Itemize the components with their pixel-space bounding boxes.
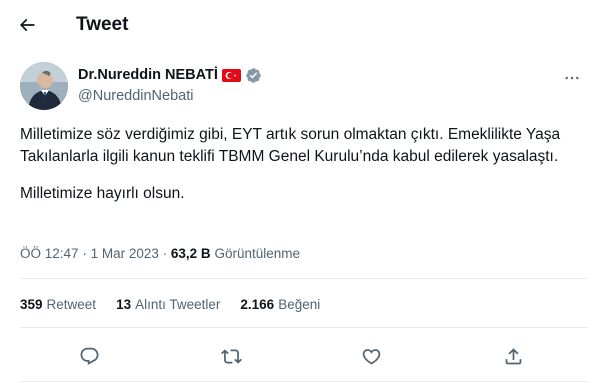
divider: [20, 327, 588, 328]
tweet-text: Milletimize söz verdiğimiz gibi, EYT art…: [20, 124, 590, 205]
back-button[interactable]: [10, 8, 44, 42]
arrow-left-icon: [19, 18, 35, 32]
avatar[interactable]: [20, 62, 68, 110]
page-title: Tweet: [76, 14, 129, 35]
quotes-count: 13: [116, 297, 132, 312]
share-icon: [505, 347, 521, 364]
quotes-label: Alıntı Tweetler: [135, 297, 221, 312]
tweet-stats: 359 Retweet 13 Alıntı Tweetler 2.166 Beğeni: [20, 296, 320, 314]
tweet-time[interactable]: ÖÖ 12:47: [20, 246, 79, 261]
tweet-paragraph: Milletimize söz verdiğimiz gibi, EYT art…: [20, 126, 561, 165]
tweet-meta: ÖÖ 12:47 · 1 Mar 2023 · 63,2 B Görüntüle…: [20, 245, 300, 263]
quotes-stat[interactable]: 13 Alıntı Tweetler: [116, 296, 220, 314]
retweet-icon: [220, 348, 242, 364]
retweets-label: Retweet: [46, 297, 97, 312]
reply-button[interactable]: [74, 341, 104, 371]
divider: [20, 381, 588, 382]
top-bar: Tweet: [0, 0, 600, 52]
views-count: 63,2 B: [170, 246, 211, 261]
more-horizontal-icon: [565, 76, 579, 80]
meta-separator: ·: [82, 246, 87, 261]
reply-icon: [80, 347, 98, 365]
tweet-paragraph: Milletimize hayırlı olsun.: [20, 185, 185, 202]
likes-stat[interactable]: 2.166 Beğeni: [240, 296, 320, 314]
heart-icon: [362, 348, 380, 365]
retweet-button[interactable]: [216, 341, 246, 371]
author-handle[interactable]: @NureddinNebati: [78, 87, 193, 105]
likes-count: 2.166: [240, 297, 275, 312]
divider: [20, 278, 588, 279]
more-options-button[interactable]: [558, 64, 586, 92]
avatar-image: [20, 62, 68, 110]
views-label: Görüntülenme: [214, 246, 301, 261]
tweet-author: Dr.Nureddin NEBATİ @NureddinNebati: [20, 62, 590, 112]
author-name: Dr.Nureddin NEBATİ: [78, 67, 218, 83]
tweet-date[interactable]: 1 Mar 2023: [91, 246, 159, 261]
action-bar: [0, 341, 600, 371]
share-button[interactable]: [498, 341, 528, 371]
meta-separator: ·: [162, 246, 168, 261]
verified-badge-icon: [246, 67, 261, 83]
like-button[interactable]: [356, 341, 386, 371]
retweets-count: 359: [20, 297, 43, 312]
author-name-row[interactable]: Dr.Nureddin NEBATİ: [78, 66, 262, 84]
retweets-stat[interactable]: 359 Retweet: [20, 296, 96, 314]
turkey-flag-icon: [221, 68, 241, 82]
likes-label: Beğeni: [278, 297, 321, 312]
